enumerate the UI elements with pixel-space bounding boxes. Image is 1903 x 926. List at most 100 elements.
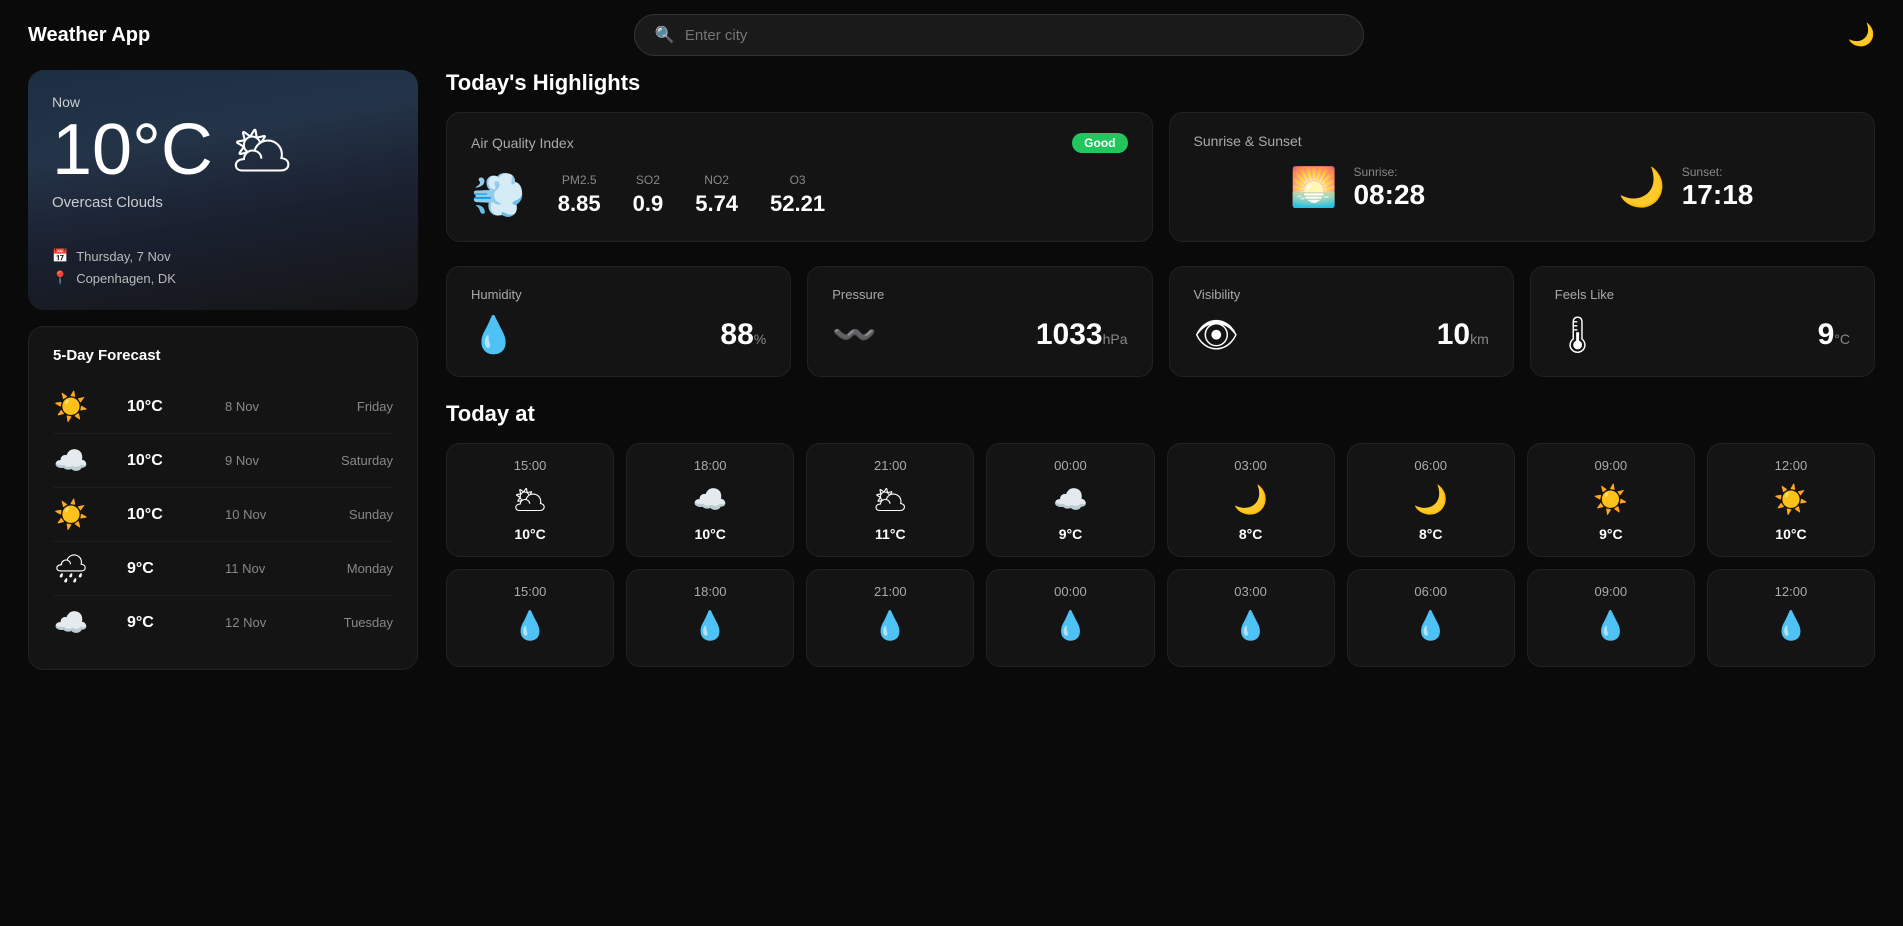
hourly-weather-icon: 💧: [513, 609, 548, 642]
hourly-time: 06:00: [1414, 584, 1447, 599]
forecast-day-temp: 9°C: [127, 614, 187, 632]
sunset-icon: 🌙: [1618, 166, 1665, 210]
theme-toggle-button[interactable]: 🌙: [1848, 22, 1875, 48]
aqi-metric-item: SO2 0.9: [633, 173, 664, 217]
hourly-weather-icon: ☁️: [1053, 483, 1088, 516]
hourly-card: 00:00 💧: [986, 569, 1154, 667]
hourly-temp: 10°C: [695, 526, 726, 542]
current-meta: 📅 Thursday, 7 Nov 📍 Copenhagen, DK: [52, 248, 394, 286]
now-label: Now: [52, 94, 394, 110]
hourly-weather-icon: 💧: [1233, 609, 1268, 642]
forecast-day-date: 8 Nov: [225, 399, 285, 414]
pressure-icon: 〰️: [832, 314, 877, 356]
visibility-title: Visibility: [1194, 287, 1489, 302]
current-date-row: 📅 Thursday, 7 Nov: [52, 248, 394, 264]
highlights-title: Today's Highlights: [446, 70, 1875, 96]
aqi-metric-value: 5.74: [695, 191, 738, 217]
humidity-icon: 💧: [471, 314, 516, 356]
forecast-day-temp: 10°C: [127, 452, 187, 470]
hourly-card: 12:00 💧: [1707, 569, 1875, 667]
hourly-weather-icon: 🌙: [1413, 483, 1448, 516]
humidity-content: 💧 88%: [471, 314, 766, 356]
hourly-card: 15:00 💧: [446, 569, 614, 667]
aqi-header: Air Quality Index Good: [471, 133, 1128, 153]
hourly-temp: 8°C: [1419, 526, 1443, 542]
hourly-temp: 8°C: [1239, 526, 1263, 542]
hourly-time: 00:00: [1054, 584, 1087, 599]
forecast-day-date: 10 Nov: [225, 507, 285, 522]
forecast-day-icon: ☀️: [53, 390, 89, 423]
hourly-card: 09:00 ☀️ 9°C: [1527, 443, 1695, 557]
forecast-day-temp: 10°C: [127, 398, 187, 416]
forecast-row: ☀️ 10°C 10 Nov Sunday: [53, 488, 393, 542]
hourly-card: 09:00 💧: [1527, 569, 1695, 667]
forecast-day-icon: ☁️: [53, 444, 89, 477]
aqi-metric-value: 0.9: [633, 191, 664, 217]
hourly-time: 12:00: [1775, 584, 1808, 599]
forecast-row: ☀️ 10°C 8 Nov Friday: [53, 380, 393, 434]
aqi-metric-item: O3 52.21: [770, 173, 825, 217]
current-weather-icon: 🌥: [229, 120, 295, 181]
hourly-row2: 15:00 💧 18:00 💧 21:00 💧 00:00 💧 03:00 💧 …: [446, 569, 1875, 667]
humidity-card: Humidity 💧 88%: [446, 266, 791, 377]
humidity-value: 88%: [720, 318, 766, 352]
forecast-day-name: Friday: [323, 399, 393, 414]
aqi-card: Air Quality Index Good 💨 PM2.5 8.85 SO2 …: [446, 112, 1153, 242]
hourly-card: 06:00 🌙 8°C: [1347, 443, 1515, 557]
left-panel: Now 10°C 🌥 Overcast Clouds 📅 Thursday, 7…: [28, 70, 418, 679]
current-weather-card: Now 10°C 🌥 Overcast Clouds 📅 Thursday, 7…: [28, 70, 418, 310]
sunset-item: 🌙 Sunset: 17:18: [1618, 165, 1753, 211]
hourly-time: 06:00: [1414, 458, 1447, 473]
humidity-unit: %: [754, 331, 766, 347]
hourly-weather-icon: ☀️: [1774, 483, 1809, 516]
visibility-icon: 👁: [1194, 314, 1240, 356]
hourly-weather-icon: 💧: [1053, 609, 1088, 642]
visibility-value: 10km: [1437, 318, 1489, 352]
hourly-weather-icon: 💧: [693, 609, 728, 642]
hourly-time: 12:00: [1775, 458, 1808, 473]
hourly-row1: 15:00 🌥 10°C 18:00 ☁️ 10°C 21:00 🌥 11°C …: [446, 443, 1875, 557]
forecast-day-name: Tuesday: [323, 615, 393, 630]
search-input[interactable]: [685, 27, 1343, 44]
pressure-value: 1033hPa: [1036, 318, 1128, 352]
current-temperature: 10°C: [52, 114, 213, 186]
sunrise-sunset-card: Sunrise & Sunset 🌅 Sunrise: 08:28 🌙 Suns…: [1169, 112, 1876, 242]
forecast-card: 5-Day Forecast ☀️ 10°C 8 Nov Friday ☁️ 1…: [28, 326, 418, 670]
aqi-wind-icon: 💨: [471, 169, 526, 221]
forecast-row: ☁️ 9°C 12 Nov Tuesday: [53, 596, 393, 649]
forecast-list: ☀️ 10°C 8 Nov Friday ☁️ 10°C 9 Nov Satur…: [53, 380, 393, 649]
feels-like-content: 🌡 9°C: [1555, 314, 1850, 356]
hourly-card: 00:00 ☁️ 9°C: [986, 443, 1154, 557]
feels-like-unit: °C: [1834, 331, 1850, 347]
visibility-content: 👁 10km: [1194, 314, 1489, 356]
pressure-number: 1033: [1036, 318, 1103, 351]
hourly-card: 18:00 ☁️ 10°C: [626, 443, 794, 557]
aqi-metric-label: PM2.5: [562, 173, 597, 187]
current-location: Copenhagen, DK: [76, 271, 176, 286]
app-title: Weather App: [28, 24, 150, 47]
header: Weather App 🔍 🌙: [0, 0, 1903, 70]
main-layout: Now 10°C 🌥 Overcast Clouds 📅 Thursday, 7…: [0, 70, 1903, 707]
pressure-content: 〰️ 1033hPa: [832, 314, 1127, 356]
hourly-temp: 10°C: [1775, 526, 1806, 542]
forecast-day-icon: ☀️: [53, 498, 89, 531]
search-bar[interactable]: 🔍: [634, 14, 1364, 56]
hourly-temp: 9°C: [1599, 526, 1623, 542]
feels-like-number: 9: [1818, 318, 1835, 351]
forecast-day-temp: 9°C: [127, 560, 187, 578]
search-icon: 🔍: [655, 25, 675, 45]
forecast-day-name: Monday: [323, 561, 393, 576]
hourly-weather-icon: 💧: [873, 609, 908, 642]
humidity-number: 88: [720, 318, 753, 351]
highlights-top-grid: Air Quality Index Good 💨 PM2.5 8.85 SO2 …: [446, 112, 1875, 242]
forecast-day-temp: 10°C: [127, 506, 187, 524]
sunset-label: Sunset:: [1682, 165, 1754, 179]
aqi-metric-item: NO2 5.74: [695, 173, 738, 217]
hourly-card: 21:00 💧: [806, 569, 974, 667]
aqi-title: Air Quality Index: [471, 135, 574, 151]
sunrise-sunset-title: Sunrise & Sunset: [1194, 133, 1851, 149]
hourly-weather-icon: 🌥: [512, 483, 548, 516]
visibility-number: 10: [1437, 318, 1470, 351]
forecast-day-date: 9 Nov: [225, 453, 285, 468]
hourly-time: 18:00: [694, 584, 727, 599]
